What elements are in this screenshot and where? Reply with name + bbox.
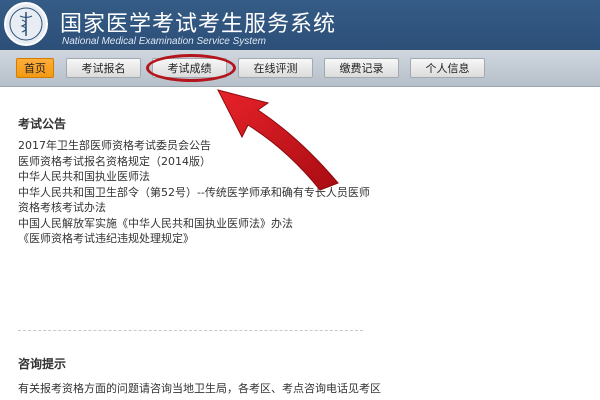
notice-list: 2017年卫生部医师资格考试委员会公告 医师资格考试报名资格规定（2014版） … <box>18 138 378 247</box>
nav-personal-info-button[interactable]: 个人信息 <box>410 58 485 78</box>
nav-home-button[interactable]: 首页 <box>16 58 54 78</box>
nav-payment-records-button[interactable]: 缴费记录 <box>324 58 399 78</box>
site-title: 国家医学考试考生服务系统 <box>60 12 337 37</box>
notice-item[interactable]: 《医师资格考试违纪违规处理规定》 <box>18 231 378 247</box>
notice-item[interactable]: 中华人民共和国卫生部令（第52号）--传统医学师承和确有专长人员医师资格考核考试… <box>18 185 378 216</box>
nav-registration-button[interactable]: 考试报名 <box>66 58 141 78</box>
logo-emblem <box>4 2 48 46</box>
nav-scores-button[interactable]: 考试成绩 <box>152 58 227 78</box>
notice-item[interactable]: 2017年卫生部医师资格考试委员会公告 <box>18 138 378 154</box>
notices-heading: 考试公告 <box>18 117 67 131</box>
site-subtitle: National Medical Examination Service Sys… <box>62 36 266 47</box>
notice-item[interactable]: 中国人民解放军实施《中华人民共和国执业医师法》办法 <box>18 216 378 232</box>
caduceus-icon <box>9 7 43 41</box>
consult-heading: 咨询提示 <box>18 357 67 371</box>
main-navbar: 首页 考试报名 考试成绩 在线评测 缴费记录 个人信息 <box>0 50 600 87</box>
section-divider <box>18 330 363 331</box>
nav-online-test-button[interactable]: 在线评测 <box>238 58 313 78</box>
site-header: 国家医学考试考生服务系统 National Medical Examinatio… <box>0 0 600 50</box>
main-content: 考试公告 2017年卫生部医师资格考试委员会公告 医师资格考试报名资格规定（20… <box>0 87 600 400</box>
notice-item[interactable]: 医师资格考试报名资格规定（2014版） <box>18 154 378 170</box>
consult-text: 有关报考资格方面的问题请咨询当地卫生局，各考区、考点咨询电话见考区 <box>18 382 381 395</box>
notice-item[interactable]: 中华人民共和国执业医师法 <box>18 169 378 185</box>
